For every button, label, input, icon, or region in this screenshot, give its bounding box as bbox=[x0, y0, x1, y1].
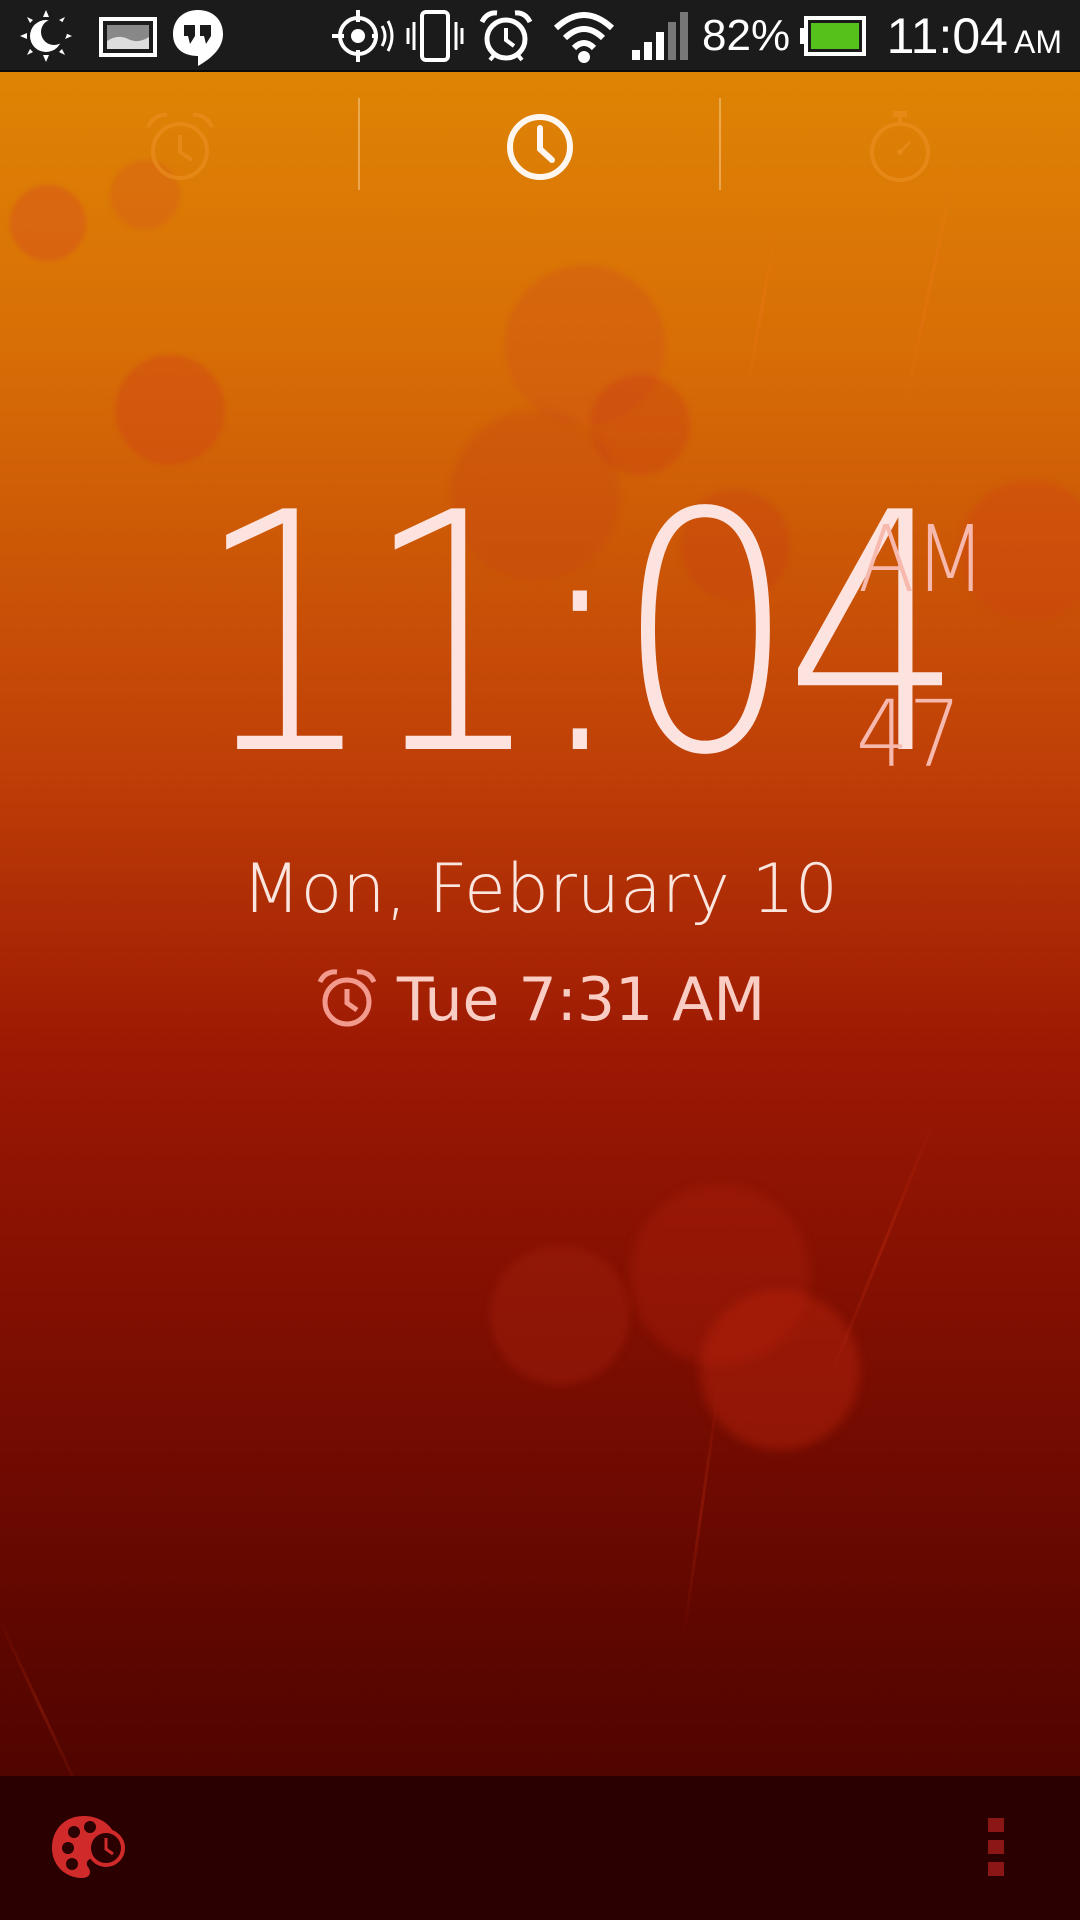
status-time: 11:04 AM bbox=[886, 8, 1062, 64]
tab-clock[interactable] bbox=[360, 94, 720, 204]
weather-icon bbox=[18, 8, 74, 64]
tab-stopwatch[interactable] bbox=[720, 94, 1080, 204]
date-label: Mon, February 10 bbox=[241, 850, 839, 929]
bottom-bar bbox=[0, 1776, 1080, 1920]
gallery-icon bbox=[98, 8, 157, 64]
alarm-clock-icon bbox=[315, 966, 379, 1034]
clock-seconds: 47 bbox=[856, 681, 962, 788]
stopwatch-icon bbox=[860, 107, 940, 191]
battery-icon bbox=[800, 8, 868, 64]
location-icon bbox=[330, 8, 394, 64]
overflow-menu-icon[interactable] bbox=[986, 1816, 1006, 1884]
alarm-clock-icon bbox=[140, 107, 220, 191]
clock-time: 11:04 bbox=[195, 443, 965, 827]
next-alarm[interactable]: Tue 7:31 AM bbox=[0, 965, 1080, 1035]
wifi-icon bbox=[552, 8, 615, 64]
palette-clock-icon[interactable] bbox=[50, 1812, 126, 1888]
alarm-icon bbox=[478, 8, 534, 64]
battery-percent: 82% bbox=[702, 11, 791, 60]
status-bar: 82% 11:04 AM bbox=[0, 0, 1080, 72]
next-alarm-time: Tue 7:31 AM bbox=[396, 965, 766, 1035]
clock-icon bbox=[502, 109, 578, 189]
vibrate-icon bbox=[405, 8, 464, 64]
tab-bar bbox=[0, 74, 1080, 224]
hangouts-icon bbox=[170, 8, 226, 66]
signal-icon bbox=[630, 8, 688, 64]
tab-alarm[interactable] bbox=[0, 94, 360, 204]
clock-ampm: AM bbox=[858, 506, 987, 613]
